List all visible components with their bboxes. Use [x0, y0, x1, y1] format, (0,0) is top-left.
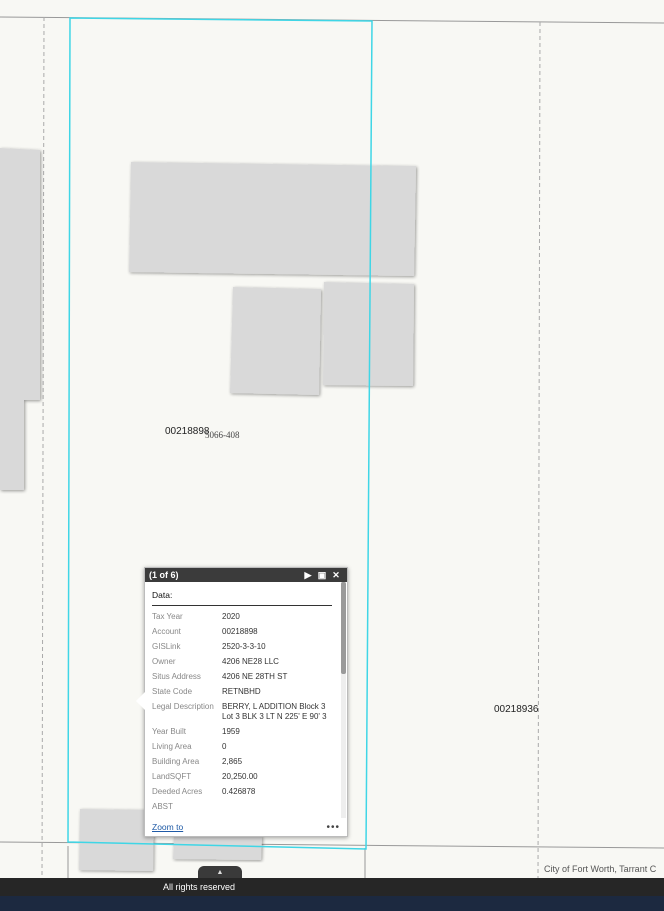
map-attribution: City of Fort Worth, Tarrant C [544, 864, 657, 874]
field-row: GISLink 2520-3-3-10 [152, 642, 332, 652]
field-value: 2020 [222, 612, 240, 621]
field-key: Account [152, 627, 181, 636]
play-next-icon[interactable]: ▶ [301, 570, 315, 581]
popup-pointer [136, 692, 145, 710]
lot-label: 5066-408 [205, 430, 240, 440]
popup-counter: (1 of 6) [149, 570, 179, 580]
building-bottom-2 [173, 835, 262, 860]
field-row: State Code RETNBHD [152, 687, 332, 697]
field-row: LandSQFT 20,250.00 [152, 772, 332, 782]
field-value: 4206 NE 28TH ST [222, 672, 288, 681]
field-key: Building Area [152, 757, 200, 766]
field-value: 0 [222, 742, 227, 751]
field-row: Owner 4206 NE28 LLC [152, 657, 332, 667]
field-key: Tax Year [152, 612, 183, 621]
field-key: Owner [152, 657, 176, 666]
field-key: Year Built [152, 727, 186, 736]
field-row: Living Area 0 [152, 742, 332, 752]
popup-header: (1 of 6) ▶ ▣ ✕ [145, 568, 347, 582]
field-row: Deeded Acres 0.426878 [152, 787, 332, 797]
field-value: 2,865 [222, 757, 243, 766]
field-row: ABST [152, 802, 332, 812]
field-value: 4206 NE28 LLC [222, 657, 279, 666]
field-value: 20,250.00 [222, 772, 258, 781]
field-value: 0.426878 [222, 787, 256, 796]
building-annex-1 [230, 287, 321, 395]
field-row: Building Area 2,865 [152, 757, 332, 767]
field-row: Legal Description BERRY, L ADDITION Block… [152, 702, 332, 722]
field-key: Living Area [152, 742, 192, 751]
field-value: 2520-3-3-10 [222, 642, 266, 651]
parcel-boundary-left [41, 16, 45, 878]
field-key: Situs Address [152, 672, 201, 681]
parcel-label-right: 00218936 [494, 704, 539, 715]
field-key: GISLink [152, 642, 181, 651]
parcel-label-main: 00218898 [165, 426, 210, 437]
popup-title: Data: [152, 590, 332, 606]
parcel-boundary-right [537, 21, 541, 878]
field-value: 00218898 [222, 627, 258, 636]
close-icon[interactable]: ✕ [329, 570, 343, 581]
field-row: Situs Address 4206 NE 28TH ST [152, 672, 332, 682]
field-key: ABST [152, 802, 173, 811]
field-row: Year Built 1959 [152, 727, 332, 737]
building-left [0, 148, 40, 490]
more-actions-icon[interactable]: ••• [326, 822, 340, 833]
info-popup: (1 of 6) ▶ ▣ ✕ Data: Tax Year 2020 Accoun… [136, 567, 348, 837]
field-value: RETNBHD [222, 687, 261, 696]
popup-scrollbar[interactable] [341, 582, 346, 818]
field-key: Legal Description [152, 702, 214, 711]
footer-bar: All rights reserved [0, 878, 664, 896]
field-value: 1959 [222, 727, 240, 736]
field-row: Tax Year 2020 [152, 612, 332, 622]
zoom-to-link[interactable]: Zoom to [152, 822, 326, 832]
field-value [222, 802, 332, 812]
popup-scrollbar-thumb[interactable] [341, 582, 346, 674]
field-key: LandSQFT [152, 772, 192, 781]
field-value: BERRY, L ADDITION Block 3 Lot 3 BLK 3 LT… [222, 702, 327, 721]
building-main [129, 162, 416, 276]
footer-text: All rights reserved [163, 882, 236, 892]
building-annex-2 [323, 282, 414, 386]
popup-footer: Zoom to ••• [145, 818, 347, 836]
field-key: Deeded Acres [152, 787, 203, 796]
field-row: Account 00218898 [152, 627, 332, 637]
building-bottom-1 [79, 809, 154, 871]
popup-body[interactable]: Data: Tax Year 2020 Account 00218898 GISLi… [145, 582, 339, 818]
bottom-strip [0, 896, 664, 911]
maximize-icon[interactable]: ▣ [315, 570, 329, 581]
field-key: State Code [152, 687, 193, 696]
